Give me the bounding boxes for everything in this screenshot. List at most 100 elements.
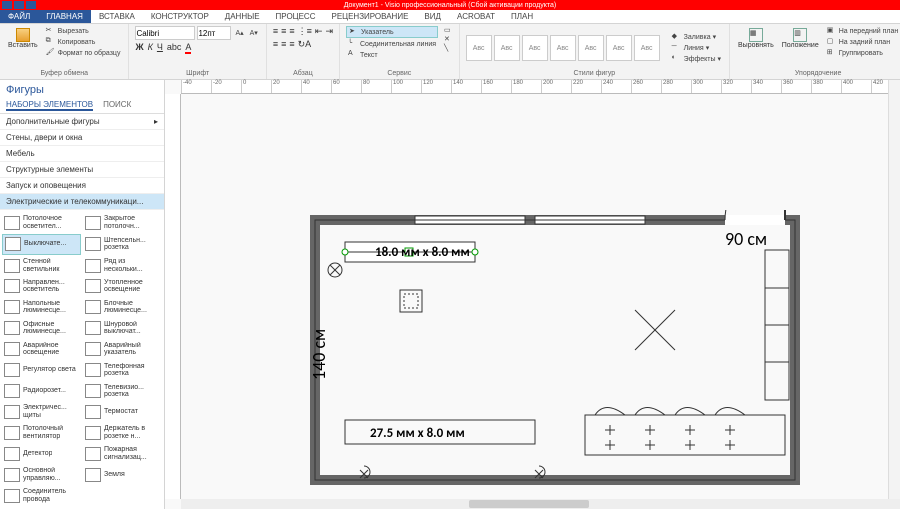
align-button[interactable]: ▦Выровнять [736,26,776,51]
stencil-shape-item[interactable]: Потолочный вентилятор [2,423,81,443]
style-option[interactable]: Aвс [634,35,660,61]
category-electrical[interactable]: Электрические и телекоммуникаци... [0,194,164,210]
tab-process[interactable]: ПРОЦЕСС [268,10,324,23]
style-option[interactable]: Aвс [494,35,520,61]
shapes-tab-search[interactable]: ПОИСК [103,100,131,111]
copy-icon: ⧉ [46,37,56,47]
rotate-text-button[interactable]: ↻A [298,39,312,50]
shape-label: Аварийный указатель [104,342,160,357]
style-option[interactable]: Aвс [466,35,492,61]
pointer-tool-button[interactable]: ➤Указатель [346,26,438,38]
tab-view[interactable]: ВИД [416,10,449,23]
line-button[interactable]: ─Линия ▾ [670,43,723,53]
indent-dec-button[interactable]: ⇤ [315,26,323,37]
font-color-button[interactable]: A [185,42,191,54]
stencil-shape-item[interactable]: Потолочное осветител... [2,213,81,233]
stencil-shape-item[interactable]: Ряд из нескольки... [83,256,162,276]
category-furniture[interactable]: Мебель [0,146,164,162]
category-structural[interactable]: Структурные элементы [0,162,164,178]
bring-front-button[interactable]: ▣На передний план [825,26,900,36]
stencil-shape-item[interactable]: Земля [83,465,162,485]
align-middle-button[interactable]: ≡ [281,26,286,37]
tab-data[interactable]: ДАННЫЕ [217,10,268,23]
stencil-shape-item[interactable]: Стенной светильник [2,256,81,276]
fill-button[interactable]: ◆Заливка ▾ [670,32,723,42]
strike-button[interactable]: abc [167,42,182,54]
tab-file[interactable]: ФАЙЛ [0,10,38,23]
send-back-button[interactable]: ▢На задний план [825,37,900,47]
align-center-button[interactable]: ≡ [281,39,286,50]
grow-font-button[interactable]: A▴ [233,26,245,40]
stencil-shape-item[interactable]: Радиорозет... [2,381,81,401]
text-tool-button[interactable]: AТекст [346,50,438,60]
shape-icon [85,426,101,440]
font-name-input[interactable] [135,26,195,40]
stencil-shape-item[interactable]: Регулятор света [2,360,81,380]
stencil-shape-item[interactable]: Аварийное освещение [2,339,81,359]
stencil-shape-item[interactable]: Напольные люминесце... [2,297,81,317]
tab-review[interactable]: РЕЦЕНЗИРОВАНИЕ [323,10,416,23]
underline-button[interactable]: Ч [157,42,163,54]
align-top-button[interactable]: ≡ [273,26,278,37]
format-painter-button[interactable]: 🖌Формат по образцу [44,48,123,58]
stencil-shape-item[interactable]: Утопленное освещение [83,276,162,296]
tab-acrobat[interactable]: ACROBAT [449,10,503,23]
stencil-shape-item[interactable]: Электричес... щиты [2,402,81,422]
group-button[interactable]: ⊞Группировать [825,48,900,58]
stencil-shape-item[interactable]: Штепсельн... розетка [83,234,162,255]
rectangle-tool-button[interactable]: ▭ [442,26,453,34]
bullets-button[interactable]: ⋮≡ [298,26,312,37]
stencil-shape-item[interactable]: Выключате... [2,234,81,255]
connector-tool-button[interactable]: ╰Соединительная линия [346,39,438,49]
stencil-shape-item[interactable]: Телефонная розетка [83,360,162,380]
tab-plan[interactable]: ПЛАН [503,10,541,23]
style-option[interactable]: Aвс [522,35,548,61]
stencil-shape-item[interactable]: Детектор [2,444,81,464]
stencil-shape-item[interactable]: Блочные люминесце... [83,297,162,317]
style-option[interactable]: Aвс [550,35,576,61]
stencil-shape-item[interactable]: Офисные люминесце... [2,318,81,338]
stencil-shape-item[interactable]: Термостат [83,402,162,422]
cut-button[interactable]: ✂Вырезать [44,26,123,36]
style-option[interactable]: Aвс [578,35,604,61]
tab-design[interactable]: КОНСТРУКТОР [143,10,217,23]
align-right-button[interactable]: ≡ [289,39,294,50]
quick-access-toolbar[interactable] [2,1,36,9]
copy-button[interactable]: ⧉Копировать [44,37,123,47]
line-tool-button[interactable]: ╲ [442,44,453,52]
style-option[interactable]: Aвс [606,35,632,61]
stencil-shape-item[interactable]: Закрытое потолочн... [83,213,162,233]
stencil-shape-item[interactable]: Держатель в розетке н... [83,423,162,443]
effects-button[interactable]: ◐Эффекты ▾ [670,54,723,64]
align-bottom-button[interactable]: ≡ [289,26,294,37]
category-alarm[interactable]: Запуск и оповещения [0,178,164,194]
stencil-shape-item[interactable]: Пожарная сигнализац... [83,444,162,464]
connection-point-button[interactable]: ✕ [442,35,453,43]
drawing-canvas[interactable]: -40-200204060801001201401601802002202402… [165,80,900,509]
vertical-scrollbar[interactable] [888,80,900,509]
stencil-shape-item[interactable]: Телевизио... розетка [83,381,162,401]
group-clipboard: Вставить ✂Вырезать ⧉Копировать 🖌Формат п… [0,24,129,79]
floor-plan-drawing[interactable]: 18.0 мм x 8.0 мм 27.5 мм x 8.0 мм [305,210,825,510]
bold-button[interactable]: Ж [135,42,143,54]
paste-button[interactable]: Вставить [6,26,40,51]
font-size-input[interactable] [197,26,231,40]
stencil-shape-item[interactable]: Основной управляю... [2,465,81,485]
shrink-font-button[interactable]: A▾ [248,26,260,40]
stencil-shape-item[interactable]: Шнуровой выключат... [83,318,162,338]
style-gallery[interactable]: Aвс Aвс Aвс Aвс Aвс Aвс Aвс [466,35,660,61]
tab-home[interactable]: ГЛАВНАЯ [38,10,91,23]
stencil-shape-item[interactable]: Соединитель провода [2,486,81,506]
indent-inc-button[interactable]: ⇥ [325,26,333,37]
height-label: 140 см [308,329,330,380]
category-walls[interactable]: Стены, двери и окна [0,130,164,146]
position-button[interactable]: ▥Положение [780,26,821,51]
stencil-shape-item[interactable]: Направлен... осветитель [2,276,81,296]
shapes-tab-stencils[interactable]: НАБОРЫ ЭЛЕМЕНТОВ [6,100,93,111]
italic-button[interactable]: К [148,42,153,54]
stencil-shape-item[interactable]: Аварийный указатель [83,339,162,359]
tab-insert[interactable]: ВСТАВКА [91,10,143,23]
align-left-button[interactable]: ≡ [273,39,278,50]
category-more-shapes[interactable]: Дополнительные фигуры▸ [0,114,164,130]
shape-icon [4,468,20,482]
